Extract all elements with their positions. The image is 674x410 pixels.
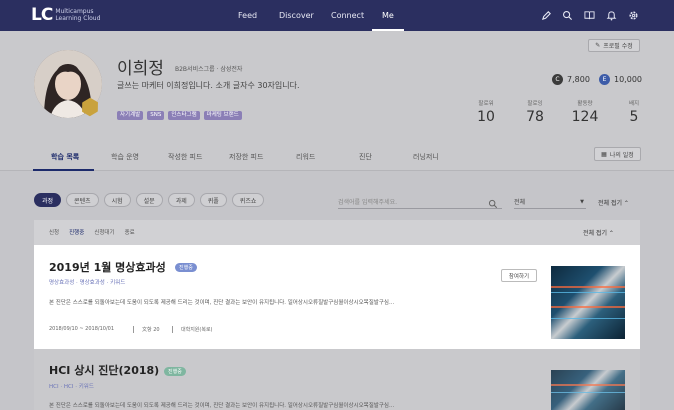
stat-label: 팔로잉 bbox=[527, 101, 543, 107]
meta-item: HCI bbox=[49, 384, 59, 390]
course-title[interactable]: HCI 상시 진단(2018) bbox=[49, 362, 159, 378]
subtab-applied[interactable]: 신청 bbox=[49, 228, 59, 236]
filter-chips: 과정 콘텐츠 시험 설문 과제 퀴폴 퀴즈쇼 bbox=[34, 193, 265, 207]
nav-feed[interactable]: Feed bbox=[238, 0, 257, 31]
course-meta: 명상효과성 · 명상효과성 · 키워드 bbox=[49, 280, 126, 286]
chip-exam[interactable]: 시험 bbox=[103, 193, 131, 207]
tab-saved-feed[interactable]: 저장한 피드 bbox=[229, 152, 263, 162]
pencil-icon[interactable] bbox=[541, 10, 552, 21]
collapse-all-label: 전체 접기 bbox=[598, 200, 622, 207]
tab-learning-journey[interactable]: 러닝저니 bbox=[413, 152, 439, 162]
chevron-up-icon: ⌃ bbox=[608, 230, 614, 237]
stat-value: 124 bbox=[571, 109, 599, 125]
course-thumbnail[interactable] bbox=[551, 266, 625, 339]
stat-value: 10 bbox=[477, 109, 495, 125]
collapse-all-button-secondary[interactable]: 전체 접기 ⌃ bbox=[583, 228, 614, 237]
subtab-ended[interactable]: 종료 bbox=[125, 228, 135, 236]
filter-select[interactable]: 전체 ▼ bbox=[514, 197, 586, 209]
chip-course[interactable]: 과정 bbox=[34, 193, 62, 207]
nav-discover[interactable]: Discover bbox=[279, 0, 314, 31]
tab-written-feed[interactable]: 작성한 피드 bbox=[168, 152, 202, 162]
chip-assignment[interactable]: 과제 bbox=[167, 193, 195, 207]
coin-e-icon: E bbox=[599, 74, 610, 85]
search-icon[interactable] bbox=[488, 194, 498, 209]
stat-label: 팔로워 bbox=[478, 101, 494, 107]
stat-label: 활동량 bbox=[577, 101, 593, 107]
profile-org: B2B서비스그룹 · 삼성전자 bbox=[175, 66, 243, 73]
course-period: 2018/09/10 ~ 2018/10/01 bbox=[49, 326, 115, 332]
coin-c-value: 7,800 bbox=[567, 75, 590, 84]
stat-label: 배지 bbox=[628, 101, 640, 107]
profile-tags: 자기계발 SNS 인스타그램 마케팅 브랜드 bbox=[117, 111, 242, 120]
my-schedule-button[interactable]: ▦ 나의 일정 bbox=[594, 147, 641, 161]
stat-badges[interactable]: 배지 5 bbox=[614, 99, 654, 125]
chip-quiz-poll[interactable]: 퀴폴 bbox=[199, 193, 227, 207]
meta-item: 키워드 bbox=[110, 280, 126, 286]
logo-mark: LC bbox=[31, 5, 53, 25]
stat-value: 5 bbox=[629, 109, 639, 125]
collapse-all-button[interactable]: 전체 접기 ⌃ bbox=[598, 198, 629, 207]
chevron-down-icon: ▼ bbox=[580, 199, 584, 205]
edit-profile-label: 프로필 수정 bbox=[603, 43, 633, 50]
tab-diagnosis[interactable]: 진단 bbox=[359, 152, 372, 162]
chevron-up-icon: ⌃ bbox=[623, 200, 629, 207]
profile-tag[interactable]: SNS bbox=[147, 111, 165, 120]
search-input[interactable]: 검색어를 입력해주세요. bbox=[338, 193, 502, 209]
edit-profile-button[interactable]: ✎ 프로필 수정 bbox=[588, 39, 640, 52]
coin-c-icon: C bbox=[552, 74, 563, 85]
nav-connect[interactable]: Connect bbox=[331, 0, 364, 31]
chip-content[interactable]: 콘텐츠 bbox=[66, 193, 99, 207]
search-icon[interactable] bbox=[562, 10, 573, 21]
status-badge: 진행중 bbox=[175, 263, 197, 272]
tab-bar bbox=[0, 141, 674, 171]
book-icon[interactable] bbox=[584, 10, 595, 21]
course-meta: HCI · HCI · 키워드 bbox=[49, 384, 94, 390]
course-description: 본 진단은 스스로를 되돌아보는데 도움이 되도록 제공해 드리는 것이며, 진… bbox=[49, 300, 395, 306]
course-title[interactable]: 2019년 1월 명상효과성 bbox=[49, 259, 166, 275]
subtab-in-progress[interactable]: 진행중 bbox=[69, 228, 84, 236]
tab-learning-list[interactable]: 학습 목록 bbox=[51, 152, 79, 162]
profile-tag[interactable]: 자기계발 bbox=[117, 111, 144, 120]
meta-item: 키워드 bbox=[78, 384, 94, 390]
coin-e: E 10,000 bbox=[599, 74, 642, 85]
bell-icon[interactable] bbox=[606, 10, 617, 21]
coin-e-value: 10,000 bbox=[614, 75, 642, 84]
calendar-icon: ▦ bbox=[601, 150, 607, 158]
coin-c: C 7,800 bbox=[552, 74, 590, 85]
chip-quiz-show[interactable]: 퀴즈쇼 bbox=[231, 193, 265, 207]
stat-following[interactable]: 팔로잉 78 bbox=[515, 99, 555, 125]
nav-me[interactable]: Me bbox=[372, 0, 404, 31]
course-owner: 대학지원(복로) bbox=[172, 326, 213, 333]
status-subtabs: 신청 진행중 신청대기 종료 bbox=[49, 228, 135, 236]
subtab-waiting[interactable]: 신청대기 bbox=[94, 228, 114, 236]
active-tab-indicator bbox=[33, 169, 94, 171]
tab-rewards[interactable]: 리워드 bbox=[296, 152, 315, 162]
join-button[interactable]: 참여하기 bbox=[501, 269, 537, 282]
meta-item: 명상효과성 bbox=[79, 280, 105, 286]
course-thumbnail[interactable] bbox=[551, 370, 625, 410]
tab-learning-ops[interactable]: 학습 운영 bbox=[111, 152, 139, 162]
gear-icon[interactable] bbox=[628, 10, 639, 21]
filter-select-value: 전체 bbox=[514, 199, 526, 206]
meta-item: 명상효과성 bbox=[49, 280, 75, 286]
profile-name: 이희정 bbox=[117, 59, 164, 79]
chip-survey[interactable]: 설문 bbox=[135, 193, 163, 207]
course-count: 文항 20 bbox=[133, 326, 160, 333]
status-badge: 진행중 bbox=[164, 367, 186, 376]
profile-tag[interactable]: 인스타그램 bbox=[168, 111, 200, 120]
profile-intro: 글쓰는 마케터 이희정입니다. 소개 글자수 30자입니다. bbox=[117, 81, 300, 90]
stat-activity[interactable]: 활동량 124 bbox=[565, 99, 605, 125]
course-description: 본 진단은 스스로를 되돌아보는데 도움이 되도록 제공해 드리는 것이며, 진… bbox=[49, 403, 395, 409]
stat-value: 78 bbox=[526, 109, 544, 125]
logo-text: Multicampus Learning Cloud bbox=[55, 8, 101, 22]
pencil-icon: ✎ bbox=[595, 42, 601, 49]
stat-followers[interactable]: 팔로워 10 bbox=[466, 99, 506, 125]
logo[interactable]: LC Multicampus Learning Cloud bbox=[31, 6, 105, 24]
profile-tag[interactable]: 마케팅 브랜드 bbox=[203, 111, 242, 120]
collapse-all-label: 전체 접기 bbox=[583, 230, 607, 237]
meta-item: HCI bbox=[63, 384, 74, 390]
my-schedule-label: 나의 일정 bbox=[609, 151, 634, 159]
